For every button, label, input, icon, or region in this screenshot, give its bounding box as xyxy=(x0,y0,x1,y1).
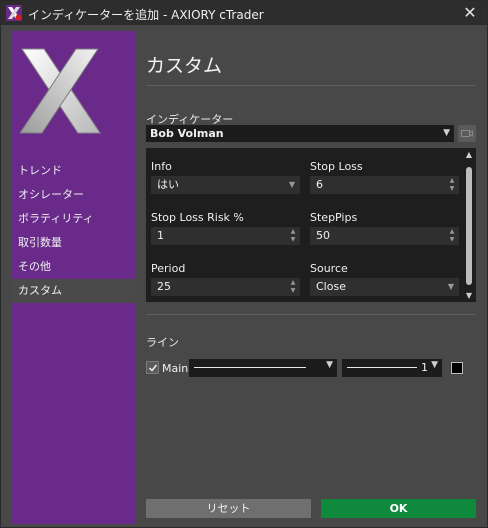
scroll-down-arrow-icon[interactable]: ▼ xyxy=(464,291,474,300)
close-button[interactable]: ✕ xyxy=(459,3,481,23)
sidebar-item-custom[interactable]: カスタム xyxy=(12,279,135,303)
param-info-label: Info xyxy=(151,160,172,173)
parameters-panel: Info はい ▼ Stop Loss 6 ▲ ▼ Stop Loss Risk … xyxy=(146,148,476,302)
param-step-pips-value: 50 xyxy=(316,229,330,242)
param-source-value: Close xyxy=(316,280,346,293)
sidebar-item-volume[interactable]: 取引数量 xyxy=(12,231,135,255)
param-stop-loss-risk-input[interactable]: 1 ▲ ▼ xyxy=(151,227,300,245)
page-title: カスタム xyxy=(146,55,223,77)
param-info-value: はい xyxy=(157,178,179,191)
ok-button[interactable]: OK xyxy=(321,499,476,518)
scrollbar-thumb[interactable] xyxy=(466,167,472,285)
param-stop-loss-label: Stop Loss xyxy=(310,160,363,173)
stop-loss-risk-stepper[interactable]: ▲ ▼ xyxy=(289,228,297,244)
check-icon xyxy=(148,364,158,372)
window-title: インディケーターを追加 - AXIORY cTrader xyxy=(28,8,264,22)
param-stop-loss-input[interactable]: 6 ▲ ▼ xyxy=(310,176,459,194)
chevron-down-icon: ▼ xyxy=(288,180,295,189)
ctrader-app-icon xyxy=(6,5,22,21)
title-bar: インディケーターを追加 - AXIORY cTrader ✕ xyxy=(1,1,487,25)
line-style-preview xyxy=(194,367,306,368)
param-step-pips-label: StepPips xyxy=(310,211,358,224)
reset-button[interactable]: リセット xyxy=(146,499,311,518)
sidebar-item-trend[interactable]: トレンド xyxy=(12,159,135,183)
param-period-input[interactable]: 25 ▲ ▼ xyxy=(151,278,300,296)
line-thickness-preview xyxy=(347,367,417,368)
indicator-select[interactable]: Bob Volman ▼ xyxy=(146,125,454,142)
parameters-scrollbar[interactable]: ▲ ▼ xyxy=(464,150,474,300)
sidebar-item-other[interactable]: その他 xyxy=(12,255,135,279)
main-panel: カスタム インディケーター Bob Volman ▼ Info はい ▼ Sto… xyxy=(146,31,476,524)
indicator-select-value: Bob Volman xyxy=(150,127,224,140)
lines-section-label: ライン xyxy=(146,336,179,349)
chevron-down-icon: ▼ xyxy=(326,360,333,370)
category-sidebar: トレンド オシレーター ボラティリティ 取引数量 その他 カスタム xyxy=(12,31,135,524)
category-list: トレンド オシレーター ボラティリティ 取引数量 その他 カスタム xyxy=(12,159,135,303)
main-line-checkbox[interactable] xyxy=(146,361,159,374)
step-pips-stepper[interactable]: ▲ ▼ xyxy=(448,228,456,244)
sidebar-item-oscillator[interactable]: オシレーター xyxy=(12,183,135,207)
param-step-pips-input[interactable]: 50 ▲ ▼ xyxy=(310,227,459,245)
param-source-select[interactable]: Close ▼ xyxy=(310,278,459,296)
chevron-down-icon: ▼ xyxy=(431,360,438,370)
param-period-value: 25 xyxy=(157,280,171,293)
line-color-swatch[interactable] xyxy=(451,362,463,374)
line-thickness-value: 1 xyxy=(421,361,428,374)
line-style-select[interactable]: ▼ xyxy=(189,359,337,377)
param-period-label: Period xyxy=(151,262,186,275)
period-stepper[interactable]: ▲ ▼ xyxy=(289,279,297,295)
param-stop-loss-value: 6 xyxy=(316,178,323,191)
stop-loss-stepper[interactable]: ▲ ▼ xyxy=(448,177,456,193)
param-source-label: Source xyxy=(310,262,348,275)
scroll-up-arrow-icon[interactable]: ▲ xyxy=(464,150,474,159)
title-divider xyxy=(146,85,476,86)
camera-icon xyxy=(461,130,473,137)
add-indicator-dialog: インディケーターを追加 - AXIORY cTrader ✕ トレンド オシレー… xyxy=(0,0,488,528)
line-thickness-select[interactable]: 1 ▼ xyxy=(342,359,442,377)
chevron-down-icon: ▼ xyxy=(447,282,454,291)
param-stop-loss-risk-label: Stop Loss Risk % xyxy=(151,211,244,224)
snapshot-button[interactable] xyxy=(458,125,476,142)
param-stop-loss-risk-value: 1 xyxy=(157,229,164,242)
sidebar-item-volatility[interactable]: ボラティリティ xyxy=(12,207,135,231)
chevron-down-icon: ▼ xyxy=(443,128,450,138)
axiory-x-logo xyxy=(19,48,101,134)
main-line-label: Main xyxy=(162,362,189,375)
param-info-select[interactable]: はい ▼ xyxy=(151,176,300,194)
section-divider xyxy=(146,314,476,315)
